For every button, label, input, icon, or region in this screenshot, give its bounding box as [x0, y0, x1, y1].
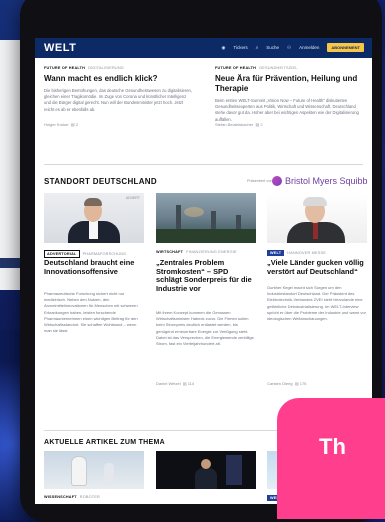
article-title[interactable]: Deutschland braucht eine Innovationsoffe…	[44, 258, 144, 276]
article-title[interactable]: „Viele Länder gucken völlig verstört auf…	[267, 258, 367, 276]
speaker-image[interactable]	[156, 451, 256, 489]
comment-icon: ▤	[70, 122, 75, 127]
portrait-image[interactable]: ADVERT	[44, 193, 144, 243]
article-meta: Carsten Dierig ▤ 175	[267, 381, 307, 386]
overlay-text: Th	[319, 434, 346, 459]
search-icon[interactable]: ⌕	[256, 44, 259, 51]
sponsor-name: Bristol Myers Squibb	[285, 176, 368, 186]
article-teaser: Die bisherigen Bemühungen, das deutsche …	[44, 88, 193, 112]
section-title[interactable]: STANDORT DEUTSCHLAND	[44, 177, 157, 186]
article-tag: ADVERTORIAL PHARMAFORSCHUNG	[44, 250, 126, 258]
article-title[interactable]: „Zentrales Problem Stromkosten“ – SPD sc…	[156, 258, 256, 293]
robot-image[interactable]	[44, 451, 144, 489]
section-title[interactable]: AKTUELLE ARTIKEL ZUM THEMA	[44, 439, 165, 446]
ticker-icon[interactable]: ◉	[221, 44, 225, 51]
article-title[interactable]: Wann macht es endlich klick?	[44, 74, 158, 84]
article-tag: WELT HANNOVER MESSE	[267, 250, 326, 256]
power-lines-image[interactable]	[156, 193, 256, 243]
article-tag: WISSENSCHAFT ROBOTER	[44, 495, 100, 499]
nav-tickers[interactable]: Tickers	[233, 45, 247, 50]
article-tag: FUTURE OF HEALTH GESUNDHEITSZIEL	[215, 66, 298, 70]
nav-login[interactable]: Anmelden	[299, 45, 319, 50]
comment-icon: ▤	[255, 122, 260, 127]
user-icon[interactable]: ⚇	[287, 44, 291, 51]
portrait-image[interactable]	[267, 193, 367, 243]
article-teaser: Beim ersten WELT-Summit „Vision Now – Fu…	[215, 98, 359, 122]
subscribe-button[interactable]: ABONNEMENT	[327, 43, 364, 52]
header-nav: ◉ Tickers ⌕ Suche ⚇ Anmelden ABONNEMENT	[221, 43, 364, 52]
article-meta: Stefan Beutelsbacher ▤ 2	[215, 122, 263, 127]
article-meta: Daniel Wetzel ▤ 114	[156, 381, 195, 386]
welt-logo[interactable]: WELT	[44, 42, 76, 54]
comment-icon: ▤	[182, 381, 187, 386]
article-teaser: Mit ihrem Konzept kommen die Genossen Wi…	[156, 310, 254, 347]
sponsor-logo[interactable]: Bristol Myers Squibb	[272, 174, 372, 188]
site-header: WELT ◉ Tickers ⌕ Suche ⚇ Anmelden ABONNE…	[35, 38, 372, 58]
section-divider	[44, 164, 363, 165]
presented-by-label: Präsentiert von	[247, 179, 273, 183]
article-teaser: Pharmazeutische Forschung sichert nicht …	[44, 291, 138, 334]
article-teaser: Gunther Kegel macht sich Sorgen um den I…	[267, 285, 366, 322]
article-tag: WIRTSCHAFT FINANZIERUNG ENERGIE	[156, 250, 237, 254]
article-tag: FUTURE OF HEALTH DIGITALISIERUNG	[44, 66, 124, 70]
nav-search[interactable]: Suche	[266, 45, 279, 50]
article-title[interactable]: Neue Ära für Prävention, Heilung und The…	[215, 74, 365, 93]
article-meta: Holger Kroker ▤ 2	[44, 122, 79, 127]
comment-icon: ▤	[294, 381, 299, 386]
bms-logo-icon	[272, 176, 282, 186]
image-label: ADVERT	[125, 196, 140, 200]
